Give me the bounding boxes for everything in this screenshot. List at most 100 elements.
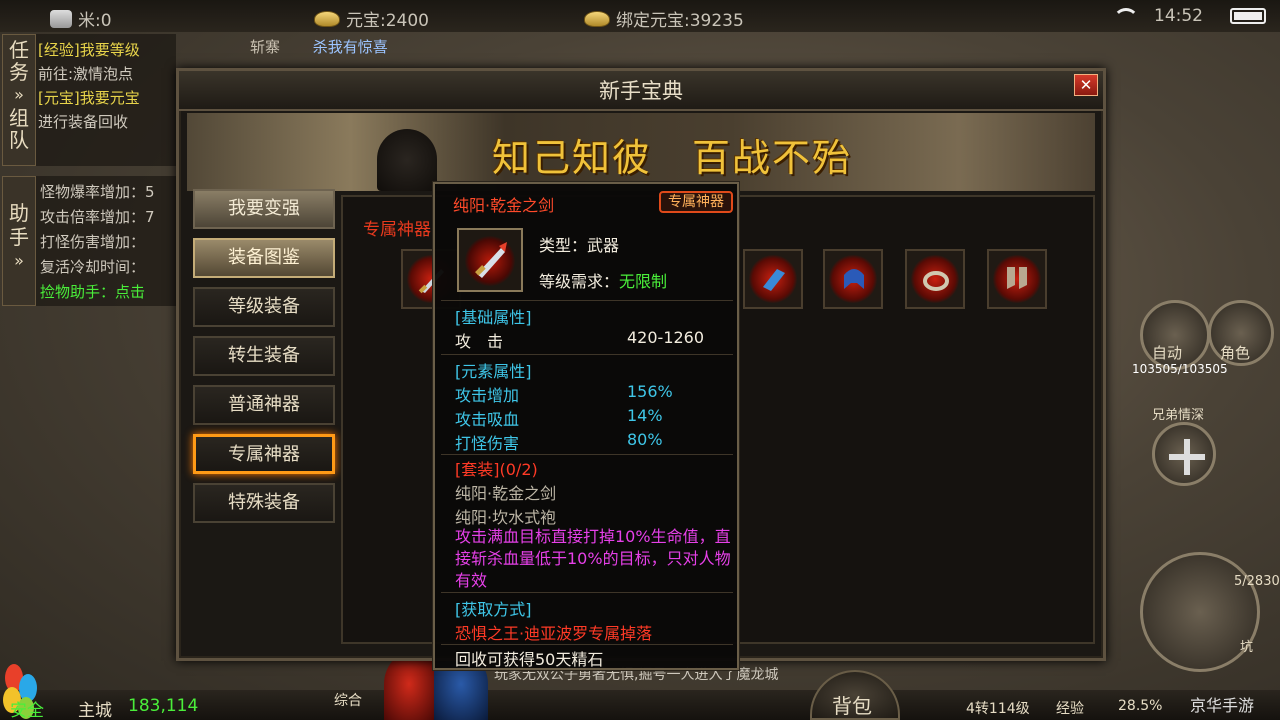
item-icon-frame: [457, 228, 523, 292]
element-attr-header: [元素属性]: [455, 362, 532, 381]
chat-surprise-text: 杀我有惊喜: [312, 38, 388, 56]
menu-item-rebirth-equipment[interactable]: 转生装备: [193, 336, 335, 376]
menu-item-exclusive-artifact[interactable]: 专属神器: [193, 434, 335, 474]
sword-icon: [475, 242, 507, 278]
level-readout: 4转114级: [966, 701, 1030, 717]
guide-menu: 我要变强 装备图鉴 等级装备 转生装备 普通神器 专属神器 特殊装备: [193, 189, 339, 532]
rice-text: 米:0: [78, 11, 112, 31]
base-attr-header: [基础属性]: [455, 308, 532, 327]
ingot-icon: [314, 10, 340, 27]
divider: [441, 300, 733, 301]
bracer-icon: [763, 269, 785, 291]
chat-line: 斩寨 杀我有惊喜: [190, 36, 388, 57]
yuanbao-text: 元宝:2400: [346, 11, 429, 31]
chevron-right-icon[interactable]: »: [3, 83, 35, 107]
quest-list: [经验]我要等级 前往:激情泡点 [元宝]我要元宝 进行装备回收: [36, 34, 176, 166]
dialog-title: 新手宝典: [179, 71, 1103, 111]
menu-item-equipment-atlas[interactable]: 装备图鉴: [193, 238, 335, 278]
element-value: 156%: [627, 382, 673, 401]
menu-item-special-equipment[interactable]: 特殊装备: [193, 483, 335, 523]
rice-counter: 米:0: [50, 6, 112, 31]
battery-icon: [1230, 8, 1266, 24]
bound-yuanbao-counter: 绑定元宝:39235: [584, 6, 744, 31]
helmet-icon: [844, 269, 864, 289]
item-slot-helmet[interactable]: [823, 249, 883, 309]
section-label: 专属神器: [363, 220, 431, 240]
rice-icon: [50, 9, 72, 28]
element-label: 攻击吸血: [455, 410, 520, 429]
element-row: 攻击吸血 14%: [455, 406, 715, 430]
helper-tab[interactable]: 助手 »: [2, 176, 36, 306]
level-req-value: 无限制: [619, 272, 668, 291]
item-type: 类型：武器: [539, 236, 620, 255]
helper-item: 复活冷却时间：: [40, 258, 146, 276]
quest-item-title[interactable]: [元宝]我要元宝: [38, 86, 174, 110]
chat-channel-button[interactable]: 综合: [334, 690, 362, 710]
menu-item-get-stronger[interactable]: 我要变强: [193, 189, 335, 229]
quest-tab[interactable]: 任务 » 组队: [2, 34, 36, 166]
bound-yuanbao-text: 绑定元宝:39235: [616, 11, 744, 31]
source-text: 恐惧之王·迪亚波罗专属掉落: [455, 624, 653, 643]
helper-item: 打怪伤害增加：: [40, 233, 146, 251]
helper-item[interactable]: 捡物助手：点击: [40, 280, 172, 305]
item-name: 纯阳·乾金之剑: [453, 196, 555, 215]
hp-readout: 103505/103505: [1132, 362, 1228, 376]
element-label: 攻击增加: [455, 386, 520, 405]
status-bar: 米:0 元宝:2400 绑定元宝:39235 14:52: [0, 0, 1280, 32]
source-header: [获取方式]: [455, 600, 532, 619]
set-header-label: [套装]: [455, 460, 500, 479]
brother-label: 兄弟情深: [1152, 408, 1205, 423]
quest-item-sub[interactable]: 进行装备回收: [38, 110, 174, 134]
auto-label: 自动: [1152, 344, 1183, 362]
side-label: 坑: [1240, 640, 1254, 655]
group-tab-label[interactable]: 组队: [9, 107, 29, 151]
menu-item-level-equipment[interactable]: 等级装备: [193, 287, 335, 327]
role-label: 角色: [1220, 344, 1251, 362]
yuanbao-counter: 元宝:2400: [314, 6, 429, 31]
divider: [441, 354, 733, 355]
item-level-req: 等级需求：无限制: [539, 268, 667, 292]
exp-label: 经验: [1056, 701, 1084, 717]
set-effect-text: 攻击满血目标直接打掉10%生命值，直接斩杀血量低于10%的目标，只对人物有效: [455, 527, 731, 590]
item-tooltip: 纯阳·乾金之剑 专属神器 类型：武器 等级需求：无限制 [基础属性] 攻 击 4…: [433, 182, 739, 670]
quest-item-title[interactable]: [经验]我要等级: [38, 38, 174, 62]
exp-value: 28.5%: [1118, 698, 1163, 714]
set-item: 纯阳·乾金之剑: [455, 484, 557, 503]
helper-tab-label: 助手: [9, 201, 29, 249]
divider: [441, 454, 733, 455]
banner-slogan: 知己知彼 百战不殆: [492, 136, 853, 180]
map-coords: 183,114: [128, 696, 199, 716]
attack-label: 攻 击: [455, 332, 504, 351]
ring-icon: [923, 271, 949, 291]
bag-label: 背包: [832, 694, 872, 718]
chevron-right-icon[interactable]: »: [3, 249, 35, 273]
quest-item-sub[interactable]: 前往:激情泡点: [38, 62, 174, 86]
helper-item: 攻击倍率增加：7: [40, 208, 155, 226]
element-value: 80%: [627, 430, 663, 449]
recycle-text: 回收可获得50天精石: [455, 650, 604, 669]
set-header: [套装](0/2): [455, 456, 538, 480]
element-value: 14%: [627, 406, 663, 425]
menu-item-normal-artifact[interactable]: 普通神器: [193, 385, 335, 425]
warrior-image: [377, 129, 437, 191]
ingot-icon: [584, 10, 610, 27]
map-name: 主城: [78, 701, 112, 720]
attack-row: 攻 击 420-1260: [455, 328, 715, 352]
item-slot-boots[interactable]: [987, 249, 1047, 309]
set-item: 纯阳·坎水式袍: [455, 508, 557, 527]
banner: 知己知彼 百战不殆: [187, 113, 1095, 191]
set-count: (0/2): [499, 460, 538, 479]
close-button[interactable]: ✕: [1074, 74, 1098, 96]
element-row: 攻击增加 156%: [455, 382, 715, 406]
item-slot-bracer[interactable]: [743, 249, 803, 309]
item-slot-ring[interactable]: [905, 249, 965, 309]
divider: [441, 644, 733, 645]
divider: [441, 592, 733, 593]
plus-button[interactable]: [1152, 422, 1216, 486]
boots-icon: [1007, 267, 1027, 289]
side-number: 5/2830: [1234, 574, 1280, 589]
helper-item: 怪物爆率增加：5: [40, 183, 155, 201]
level-req-label: 等级需求：: [539, 272, 620, 291]
element-row: 打怪伤害 80%: [455, 430, 715, 454]
item-tag-badge: 专属神器: [659, 191, 733, 213]
